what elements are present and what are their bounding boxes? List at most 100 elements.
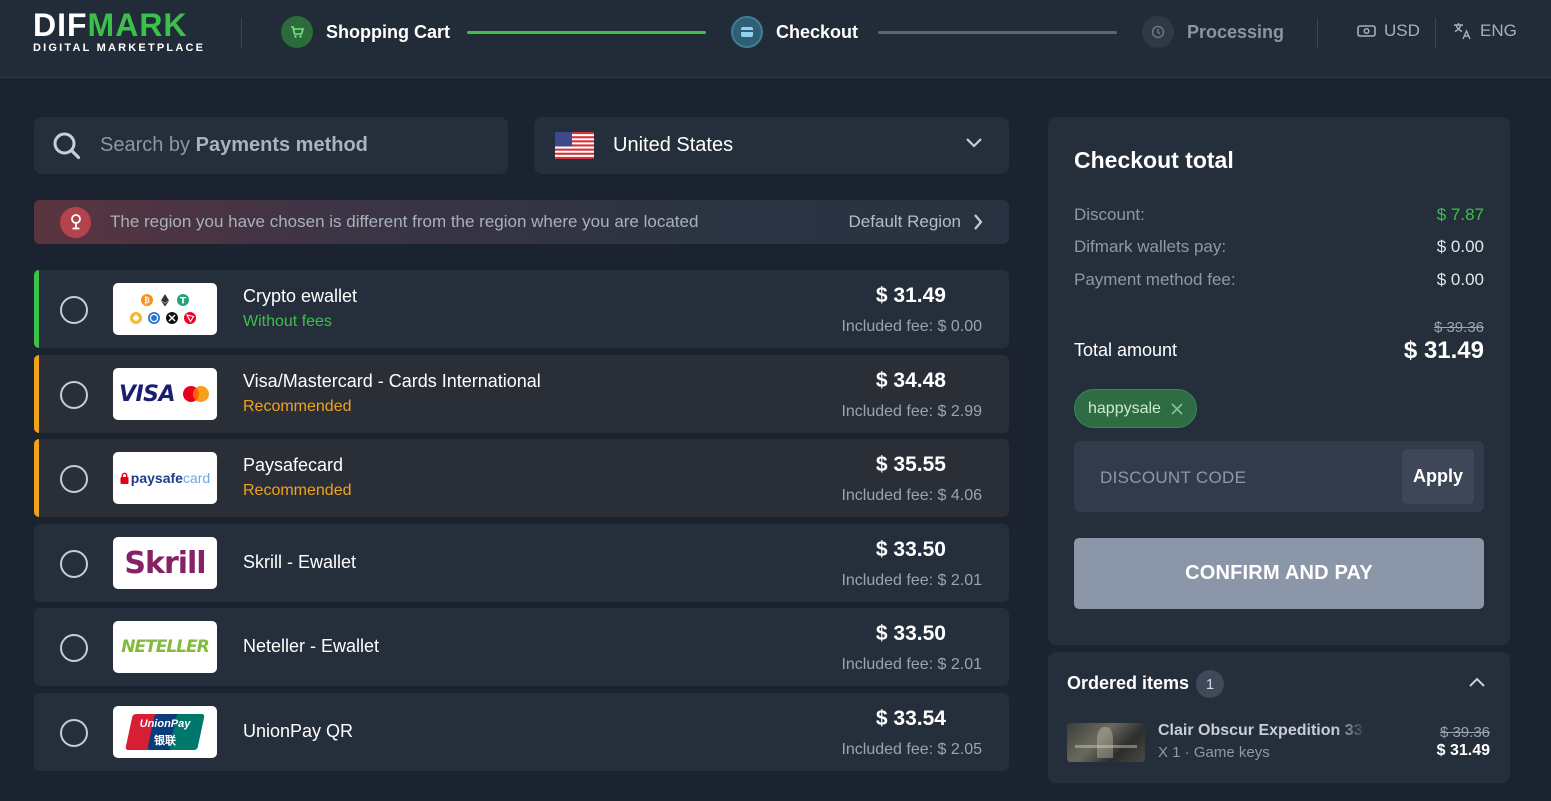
method-name: Paysafecard (243, 455, 344, 475)
method-fee: Included fee: $ 4.06 (841, 487, 982, 504)
method-tag: Without fees (243, 313, 332, 330)
method-name: Skrill - Ewallet (243, 552, 357, 572)
step-shopping-cart[interactable]: Shopping Cart (281, 16, 450, 48)
method-fee: Included fee: $ 0.00 (841, 318, 982, 335)
radio-button[interactable] (60, 719, 88, 747)
radio-button[interactable] (60, 634, 88, 662)
region-warning-text: The region you have chosen is different … (110, 212, 699, 231)
neteller-logo: NETELLER (113, 621, 217, 673)
cart-icon (281, 16, 313, 48)
radio-button[interactable] (60, 550, 88, 578)
method-name: Neteller - Ewallet (243, 636, 380, 656)
item-count-badge: 1 (1196, 670, 1224, 698)
svg-text:T: T (180, 297, 187, 307)
chevron-right-icon (974, 214, 983, 230)
confirm-and-pay-button[interactable]: CONFIRM AND PAY (1074, 538, 1484, 609)
ordered-item-price: $ 31.49 (1436, 742, 1490, 759)
close-icon[interactable] (1170, 402, 1184, 416)
currency-selector[interactable]: USD (1357, 21, 1420, 41)
checkout-title: Checkout total (1074, 147, 1234, 173)
method-price: $ 33.50 (875, 622, 946, 645)
default-region-label: Default Region (848, 212, 961, 231)
accent-bar (34, 439, 39, 517)
language-selector[interactable]: ENG (1453, 21, 1517, 41)
svg-text:₿: ₿ (144, 295, 150, 305)
unionpay-logo: UnionPay 银联 (113, 706, 217, 758)
chevron-down-icon (966, 138, 982, 148)
method-price: $ 33.54 (875, 707, 946, 730)
logo-text-accent: MARK (87, 7, 188, 43)
chevron-up-icon[interactable] (1468, 676, 1486, 688)
accent-bar (34, 270, 39, 348)
discount-row: Discount: $ 7.87 (1074, 205, 1484, 224)
country-name: United States (613, 134, 734, 156)
step-checkout[interactable]: Checkout (731, 16, 858, 48)
difmark-logo[interactable]: DIFMARK DIGITAL MARKETPLACE (33, 7, 206, 54)
method-price: $ 31.49 (875, 284, 946, 307)
fee-value: $ 0.00 (1436, 270, 1484, 289)
payment-method-paysafecard[interactable]: paysafe card Paysafecard Recommended $ 35… (34, 439, 1009, 517)
applied-coupon: happysale (1074, 389, 1197, 428)
checkout-summary: Checkout total Discount: $ 7.87 Difmark … (1048, 117, 1510, 645)
method-fee: Included fee: $ 2.05 (841, 741, 982, 758)
logo-text: DIF (33, 7, 88, 43)
discount-code-field[interactable]: DISCOUNT CODE Apply (1074, 441, 1484, 512)
step-label: Processing (1187, 21, 1285, 42)
ordered-item-old-price: $ 39.36 (1439, 724, 1490, 741)
crypto-logo: ₿ T (113, 283, 217, 335)
method-price: $ 34.48 (875, 369, 946, 392)
search-placeholder: Search by Payments method (100, 134, 368, 156)
currency-label: USD (1384, 21, 1420, 40)
default-region-link[interactable]: Default Region (849, 212, 983, 232)
search-icon (53, 132, 81, 159)
radio-button[interactable] (60, 381, 88, 409)
payment-search-input[interactable]: Search by Payments method (34, 117, 508, 174)
total-label: Total amount (1074, 340, 1178, 360)
payment-method-visa-mastercard[interactable]: VISA Visa/Mastercard - Cards Internation… (34, 355, 1009, 433)
divider (1435, 18, 1436, 48)
method-tag: Recommended (243, 482, 352, 499)
method-price: $ 33.50 (875, 538, 946, 561)
location-pin-icon (60, 206, 91, 238)
method-price: $ 35.55 (875, 453, 946, 476)
wallet-value: $ 0.00 (1436, 237, 1484, 256)
ordered-item-name[interactable]: Clair Obscur Expedition 33 (PC) (1158, 722, 1366, 740)
radio-button[interactable] (60, 465, 88, 493)
divider (1317, 18, 1318, 48)
radio-button[interactable] (60, 296, 88, 324)
apply-button[interactable]: Apply (1402, 449, 1474, 504)
discount-value: $ 7.87 (1436, 205, 1484, 224)
step-label: Shopping Cart (326, 21, 450, 42)
step-label: Checkout (776, 21, 859, 42)
country-select[interactable]: United States (534, 117, 1009, 174)
us-flag-icon (555, 132, 594, 159)
method-name: Crypto ewallet (243, 286, 358, 306)
wallet-row: Difmark wallets pay: $ 0.00 (1074, 237, 1484, 256)
accent-bar (34, 355, 39, 433)
progress-line-complete (467, 31, 706, 34)
method-tag: Recommended (243, 398, 352, 415)
logo-tagline: DIGITAL MARKETPLACE (33, 42, 206, 54)
top-bar: DIFMARK DIGITAL MARKETPLACE Shopping Car… (0, 0, 1551, 78)
payment-method-unionpay[interactable]: UnionPay 银联 UnionPay QR $ 33.54 Included… (34, 693, 1009, 771)
game-thumbnail (1067, 723, 1145, 762)
clock-icon (1142, 16, 1174, 48)
fee-row: Payment method fee: $ 0.00 (1074, 270, 1484, 289)
money-icon (1357, 25, 1376, 37)
payment-method-neteller[interactable]: NETELLER Neteller - Ewallet $ 33.50 Incl… (34, 608, 1009, 686)
payment-method-crypto[interactable]: ₿ T Crypto ewallet Without fees $ 31.49 … (34, 270, 1009, 348)
payment-method-skrill[interactable]: Skrill Skrill - Ewallet $ 33.50 Included… (34, 524, 1009, 602)
ordered-items: Ordered items 1 Clair Obscur Expedition … (1048, 652, 1510, 783)
translate-icon (1454, 23, 1471, 40)
discount-code-input[interactable]: DISCOUNT CODE (1100, 468, 1246, 488)
coupon-code: happysale (1088, 399, 1161, 417)
skrill-logo: Skrill (113, 537, 217, 589)
region-warning: The region you have chosen is different … (34, 200, 1009, 244)
method-name: Visa/Mastercard - Cards International (243, 371, 541, 391)
divider (241, 18, 242, 48)
progress-line-pending (878, 31, 1117, 34)
method-fee: Included fee: $ 2.01 (841, 572, 982, 589)
total-old-price: $ 39.36 (1433, 319, 1484, 336)
method-name: UnionPay QR (243, 721, 354, 741)
lock-icon (120, 472, 129, 484)
